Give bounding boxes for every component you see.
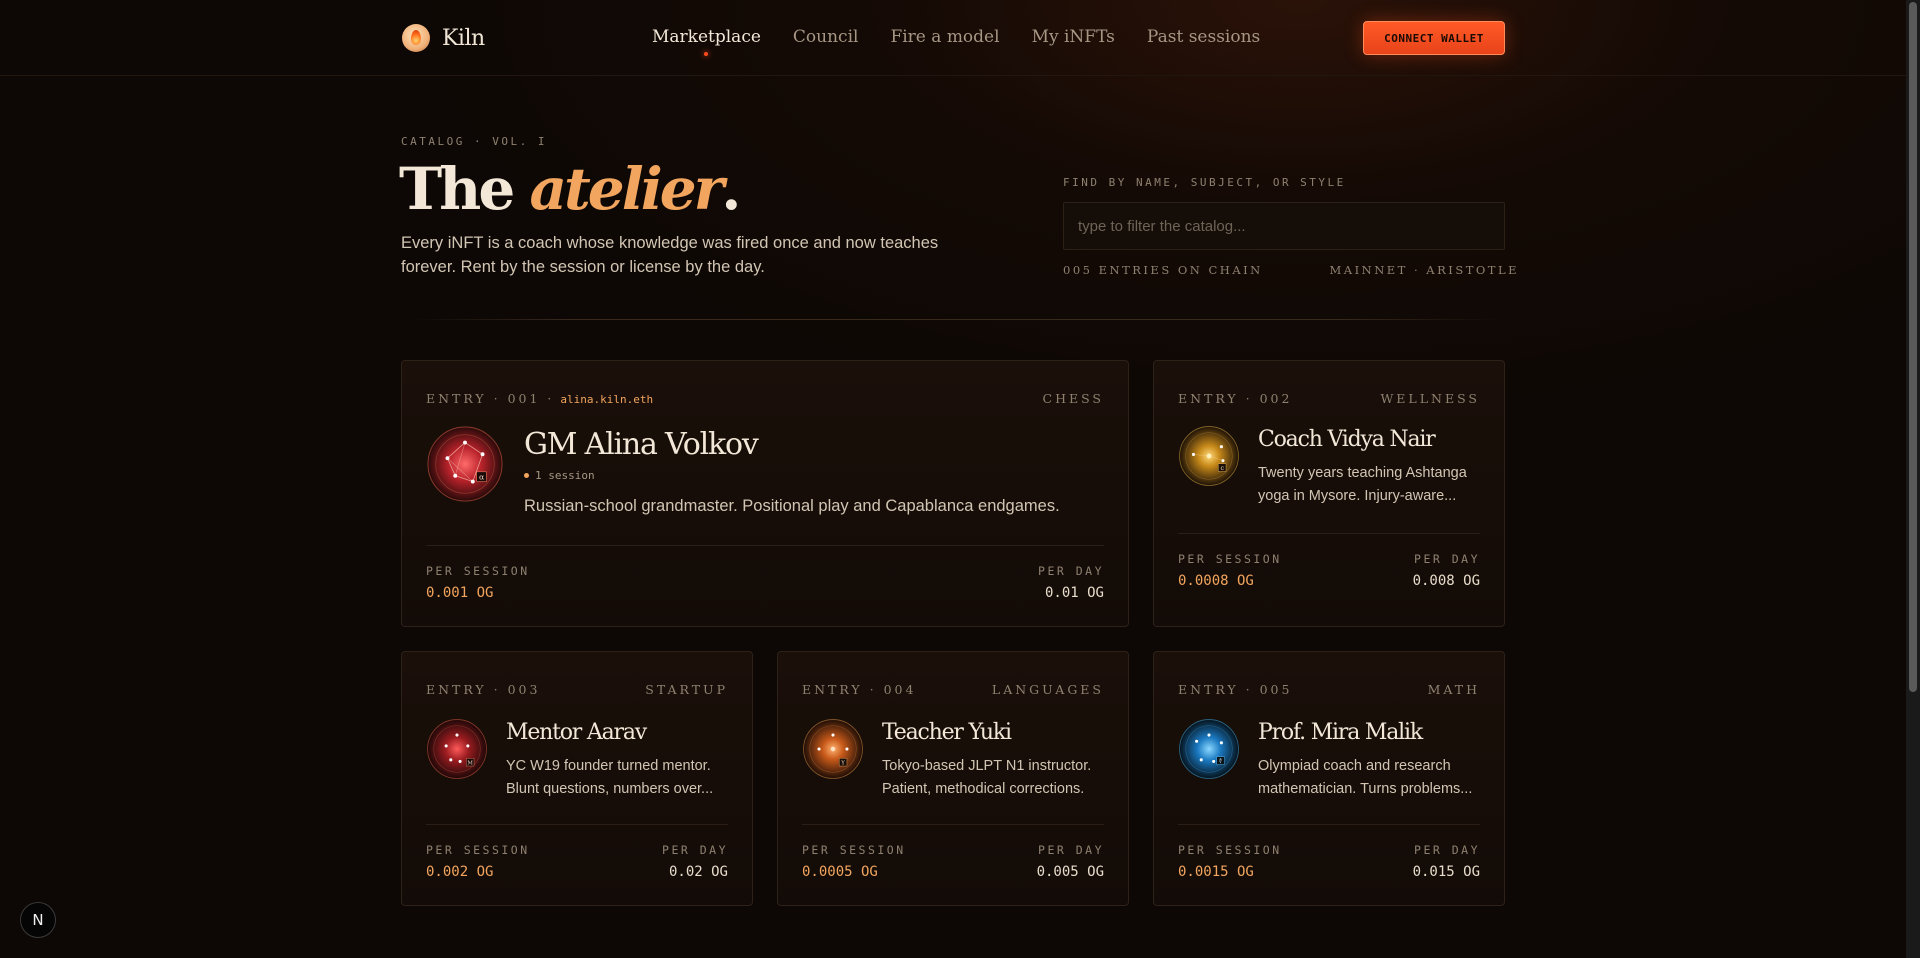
- per-day-label: PER DAY: [662, 843, 728, 857]
- coach-card-yuki[interactable]: ENTRY · 004 LANGUAGES Y Teacher Yuki Tok…: [777, 651, 1129, 906]
- card-divider: [426, 824, 728, 825]
- section-divider: [410, 319, 1502, 320]
- card-category: LANGUAGES: [991, 682, 1104, 697]
- coach-description: YC W19 founder turned mentor. Blunt ques…: [506, 758, 714, 797]
- per-session-price: 0.0008 OG: [1178, 573, 1254, 589]
- top-navigation-bar: Kiln Marketplace Council Fire a model My…: [0, 0, 1906, 76]
- nav-fire-a-model[interactable]: Fire a model: [890, 27, 999, 47]
- per-session-label: PER SESSION: [802, 843, 906, 857]
- session-count: 1 session: [524, 469, 595, 482]
- coach-description: Russian-school grandmaster. Positional p…: [524, 497, 1060, 515]
- coach-avatar-icon: c: [1178, 425, 1240, 487]
- main-nav: Marketplace Council Fire a model My iNFT…: [652, 27, 1260, 56]
- coach-card-aarav[interactable]: ENTRY · 003 STARTUP M Mentor Aarav YC W1…: [401, 651, 753, 906]
- avatar-glyph: Y: [840, 761, 845, 767]
- title-emphasis: atelier: [529, 155, 724, 223]
- nav-past-sessions[interactable]: Past sessions: [1147, 27, 1260, 47]
- catalog-search-input[interactable]: [1063, 202, 1505, 250]
- brand-logo-link[interactable]: Kiln: [402, 24, 485, 52]
- card-category: MATH: [1427, 682, 1480, 697]
- avatar-glyph: c: [1220, 465, 1224, 472]
- brand-name: Kiln: [442, 25, 485, 51]
- coach-description: Twenty years teaching Ashtanga yoga in M…: [1258, 465, 1467, 504]
- nav-my-infts[interactable]: My iNFTs: [1032, 27, 1115, 47]
- per-day-price: 0.02 OG: [668, 864, 728, 880]
- session-dot-icon: [524, 473, 529, 478]
- per-day-price: 0.008 OG: [1412, 573, 1480, 589]
- card-divider: [426, 545, 1104, 546]
- card-divider: [802, 824, 1104, 825]
- coach-description: Tokyo-based JLPT N1 instructor. Patient,…: [882, 758, 1092, 797]
- connect-wallet-button[interactable]: CONNECT WALLET: [1363, 21, 1505, 55]
- avatar-glyph: α: [479, 473, 485, 482]
- per-session-label: PER SESSION: [426, 564, 530, 578]
- search-label: FIND BY NAME, SUBJECT, OR STYLE: [1063, 176, 1346, 189]
- ens-name-link[interactable]: alina.kiln.eth: [560, 393, 653, 406]
- avatar-glyph: ∜: [1219, 758, 1223, 765]
- coach-name: Prof. Mira Malik: [1258, 720, 1423, 745]
- card-divider: [1178, 824, 1480, 825]
- per-session-label: PER SESSION: [1178, 552, 1282, 566]
- nav-council[interactable]: Council: [793, 27, 859, 47]
- per-session-price: 0.002 OG: [426, 864, 494, 880]
- avatar-glyph: M: [467, 761, 473, 767]
- card-entry-number: ENTRY · 002: [1178, 391, 1293, 406]
- per-session-price: 0.0015 OG: [1178, 864, 1254, 880]
- scrollbar-thumb[interactable]: [1909, 2, 1917, 692]
- per-day-label: PER DAY: [1038, 843, 1104, 857]
- per-day-price: 0.015 OG: [1412, 864, 1480, 880]
- card-entry-number: ENTRY · 005: [1178, 682, 1293, 697]
- dev-tools-badge[interactable]: N: [20, 902, 56, 938]
- page-title: The atelier.: [399, 154, 741, 224]
- coach-name: Teacher Yuki: [882, 720, 1012, 745]
- per-session-price: 0.0005 OG: [802, 864, 878, 880]
- page-scrollbar[interactable]: [1906, 0, 1920, 958]
- card-entry-number: ENTRY · 001 · alina.kiln.eth: [426, 391, 654, 406]
- per-day-label: PER DAY: [1414, 552, 1480, 566]
- nav-marketplace[interactable]: Marketplace: [652, 27, 761, 56]
- coach-name: GM Alina Volkov: [524, 427, 759, 462]
- network-label: MAINNET · ARISTOTLE: [1329, 263, 1519, 277]
- flame-logo-icon: [402, 24, 430, 52]
- per-session-price: 0.001 OG: [426, 585, 494, 601]
- entries-count: 005 ENTRIES ON CHAIN: [1063, 263, 1263, 277]
- per-session-label: PER SESSION: [426, 843, 530, 857]
- card-category: WELLNESS: [1380, 391, 1480, 406]
- card-category: CHESS: [1042, 391, 1104, 406]
- page-description: Every iNFT is a coach whose knowledge wa…: [401, 234, 939, 276]
- coach-avatar-icon: α: [426, 425, 504, 503]
- per-day-price: 0.005 OG: [1036, 864, 1104, 880]
- coach-avatar-icon: M: [426, 718, 488, 780]
- coach-name: Coach Vidya Nair: [1258, 427, 1436, 452]
- coach-avatar-icon: ∜: [1178, 718, 1240, 780]
- per-session-label: PER SESSION: [1178, 843, 1282, 857]
- coach-card-mira[interactable]: ENTRY · 005 MATH ∜ Prof. Mira Malik Olym…: [1153, 651, 1505, 906]
- card-entry-number: ENTRY · 003: [426, 682, 541, 697]
- title-suffix: .: [721, 155, 741, 223]
- per-day-label: PER DAY: [1038, 564, 1104, 578]
- card-divider: [1178, 533, 1480, 534]
- coach-card-alina[interactable]: ENTRY · 001 · alina.kiln.eth CHESS α GM A…: [401, 360, 1129, 627]
- per-day-price: 0.01 OG: [1044, 585, 1104, 601]
- card-category: STARTUP: [645, 682, 728, 697]
- coach-avatar-icon: Y: [802, 718, 864, 780]
- per-day-label: PER DAY: [1414, 843, 1480, 857]
- coach-description: Olympiad coach and research mathematicia…: [1258, 758, 1473, 797]
- catalog-eyebrow: CATALOG · VOL. I: [401, 135, 547, 148]
- card-entry-number: ENTRY · 004: [802, 682, 917, 697]
- coach-name: Mentor Aarav: [506, 720, 647, 745]
- coach-card-vidya[interactable]: ENTRY · 002 WELLNESS c Coach Vidya Nair …: [1153, 360, 1505, 627]
- title-prefix: The: [399, 155, 530, 223]
